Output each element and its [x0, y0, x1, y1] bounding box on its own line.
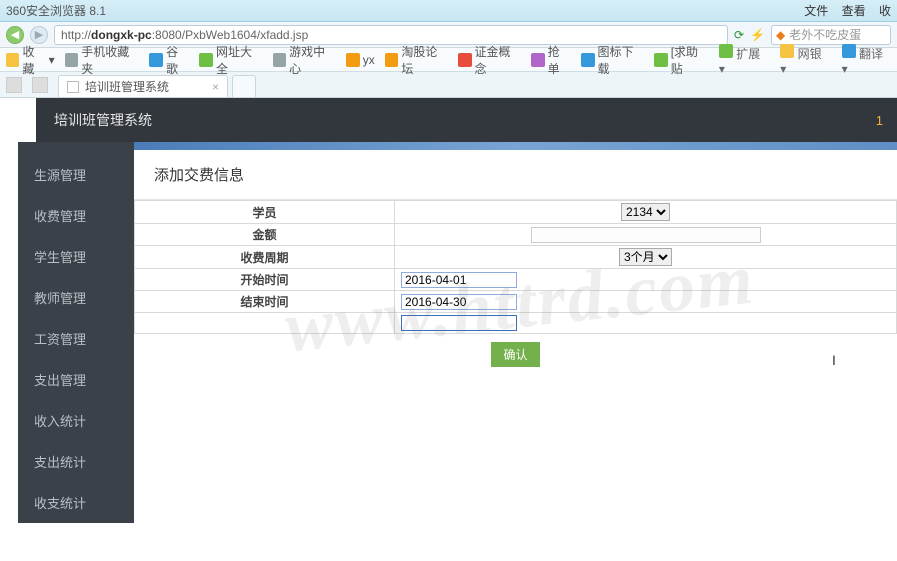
- browser-menu: 文件 查看 收: [794, 2, 891, 19]
- lightning-icon[interactable]: ⚡: [750, 28, 765, 42]
- download-icon: [581, 53, 595, 67]
- search-placeholder: 老外不吃皮蛋: [789, 26, 861, 43]
- link-icon: [346, 53, 360, 67]
- page-icon: [67, 81, 79, 93]
- browser-search-input[interactable]: ◆ 老外不吃皮蛋: [771, 25, 891, 45]
- bookmark-item[interactable]: 淘股论坛: [385, 43, 448, 77]
- grab-icon: [531, 53, 545, 67]
- label-amount: 金额: [135, 224, 395, 246]
- bank-button[interactable]: 网银 ▾: [780, 44, 829, 76]
- extension-icon: [719, 44, 733, 58]
- label-extra: [135, 313, 395, 334]
- extensions-button[interactable]: 扩展 ▾: [719, 44, 768, 76]
- phone-icon: [65, 53, 79, 67]
- sidebar-item-income-stat[interactable]: 收入统计: [18, 400, 134, 441]
- new-tab-button[interactable]: [232, 75, 256, 97]
- bookmark-item[interactable]: 图标下载: [581, 43, 644, 77]
- sidebar-item-student[interactable]: 学生管理: [18, 236, 134, 277]
- back-button[interactable]: ◀: [6, 26, 24, 44]
- banner-stripe: [134, 142, 897, 150]
- sidebar: 生源管理 收费管理 学生管理 教师管理 工资管理 支出管理 收入统计 支出统计 …: [18, 142, 134, 523]
- sidebar-item-balance-stat[interactable]: 收支统计: [18, 482, 134, 523]
- bookmark-item[interactable]: [求助贴: [654, 43, 709, 77]
- bookmark-item[interactable]: 网址大全: [199, 43, 262, 77]
- confirm-button[interactable]: 确认: [491, 342, 539, 367]
- bookmark-item[interactable]: 证金概念: [458, 43, 521, 77]
- url-host: dongxk-pc: [91, 28, 152, 42]
- bookmark-item[interactable]: 谷歌: [149, 43, 189, 77]
- page-title: 添加交费信息: [134, 150, 897, 200]
- cycle-select[interactable]: 3个月: [619, 248, 672, 266]
- bookmark-item[interactable]: 手机收藏夹: [65, 43, 140, 77]
- submit-row: 确认: [134, 334, 897, 375]
- sidebar-item-source[interactable]: 生源管理: [18, 154, 134, 195]
- sidebar-item-fee[interactable]: 收费管理: [18, 195, 134, 236]
- student-select[interactable]: 2134: [621, 203, 670, 221]
- url-protocol: http://: [61, 28, 91, 42]
- sidebar-item-teacher[interactable]: 教师管理: [18, 277, 134, 318]
- search-engine-icon: ◆: [776, 28, 785, 42]
- help-icon: [654, 53, 668, 67]
- close-tab-icon[interactable]: ×: [212, 80, 219, 94]
- url-input[interactable]: http://dongxk-pc:8080/PxbWeb1604/xfadd.j…: [54, 25, 728, 45]
- label-cycle: 收费周期: [135, 246, 395, 269]
- app-viewport: 培训班管理系统 1 生源管理 收费管理 学生管理 教师管理 工资管理 支出管理 …: [0, 98, 897, 561]
- browser-tab[interactable]: 培训班管理系统 ×: [58, 75, 228, 97]
- bookmark-bar: 收藏 ▾ 手机收藏夹 谷歌 网址大全 游戏中心 yx 淘股论坛 证金概念 抢单 …: [0, 48, 897, 72]
- menu-file[interactable]: 文件: [804, 4, 828, 18]
- end-date-input[interactable]: [401, 294, 517, 310]
- globe-icon: [199, 53, 213, 67]
- label-end-time: 结束时间: [135, 291, 395, 313]
- home-tab-icon[interactable]: [6, 77, 22, 93]
- bookmark-item[interactable]: 抢单: [531, 43, 571, 77]
- restore-tab-icon[interactable]: [32, 77, 48, 93]
- label-start-time: 开始时间: [135, 269, 395, 291]
- forward-button[interactable]: ▶: [30, 26, 48, 44]
- address-bar-right: ⟳ ⚡: [734, 28, 765, 42]
- bookmark-item[interactable]: 游戏中心: [273, 43, 336, 77]
- favorites-button[interactable]: 收藏 ▾: [6, 43, 55, 77]
- amount-input[interactable]: [531, 227, 761, 243]
- browser-title-bar: 360安全浏览器 8.1 文件 查看 收: [0, 0, 897, 22]
- tab-title: 培训班管理系统: [85, 78, 169, 95]
- main-panel: 添加交费信息 www.httrd.com 学员 2134 金额: [134, 142, 897, 523]
- bookmark-item[interactable]: yx: [346, 53, 375, 67]
- google-icon: [149, 53, 163, 67]
- star-icon: [6, 53, 19, 67]
- sidebar-item-expense[interactable]: 支出管理: [18, 359, 134, 400]
- start-date-input[interactable]: [401, 272, 517, 288]
- browser-title: 360安全浏览器 8.1: [6, 2, 106, 19]
- menu-view[interactable]: 查看: [842, 4, 866, 18]
- menu-favorites[interactable]: 收: [879, 4, 891, 18]
- finance-icon: [458, 53, 472, 67]
- refresh-icon[interactable]: ⟳: [734, 28, 744, 42]
- notification-badge[interactable]: 1: [876, 113, 883, 128]
- extra-input[interactable]: [401, 315, 517, 331]
- sidebar-item-expense-stat[interactable]: 支出统计: [18, 441, 134, 482]
- translate-icon: [842, 44, 856, 58]
- forum-icon: [385, 53, 399, 67]
- app-header: 培训班管理系统 1: [36, 98, 897, 142]
- sidebar-item-salary[interactable]: 工资管理: [18, 318, 134, 359]
- app-title: 培训班管理系统: [54, 110, 152, 130]
- bank-icon: [780, 44, 794, 58]
- label-student: 学员: [135, 201, 395, 224]
- translate-button[interactable]: 翻译 ▾: [842, 44, 891, 76]
- payment-form-table: 学员 2134 金额 收费周期: [134, 200, 897, 334]
- game-icon: [273, 53, 287, 67]
- url-path: :8080/PxbWeb1604/xfadd.jsp: [152, 28, 309, 42]
